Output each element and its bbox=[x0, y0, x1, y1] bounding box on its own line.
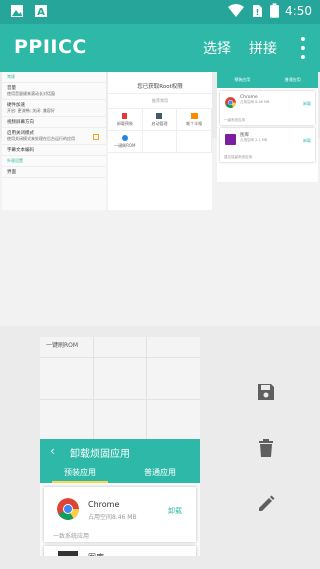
settings-row-ui: 界面 bbox=[2, 167, 106, 178]
root-title: 您已获取Root权限 bbox=[108, 72, 212, 94]
uninstall-link: 卸载 bbox=[168, 507, 182, 515]
gallery-icon bbox=[58, 551, 78, 556]
grid-divider bbox=[40, 399, 200, 400]
settings-header: 外观设置 bbox=[2, 156, 106, 167]
tool-cell: 一键刷ROM bbox=[108, 131, 143, 153]
uninstall-title: 卸载烦固应用 bbox=[70, 449, 130, 460]
app-card: 图库 占用空间 2.1 MB 卸载 建议保留系统应用 bbox=[220, 128, 315, 162]
settings-row-close-mode: 启用关闭模式 使用关闭模式来处理在后台运行的应用 bbox=[2, 128, 106, 145]
status-time: 4:50 bbox=[285, 3, 312, 18]
uninstall-header: ‹ 卸载烦固应用 bbox=[40, 439, 200, 463]
tool-label: 启动管理 bbox=[151, 121, 168, 126]
trash-icon[interactable] bbox=[256, 437, 276, 459]
screenshot-thumbnail-apps[interactable]: 预装应用 普通应用 Chrome 占用空间 8.46 MB 卸载 一级系统应用 … bbox=[217, 72, 318, 182]
rom-tool-icon bbox=[121, 135, 128, 141]
select-button[interactable]: 选择 bbox=[203, 38, 231, 58]
tab-preinstalled: 预装应用 bbox=[40, 463, 120, 483]
app-name: Chrome bbox=[88, 500, 120, 509]
tool-label: 一键刷ROM bbox=[114, 143, 136, 148]
settings-row-title: 字幕文本编码 bbox=[7, 148, 34, 153]
grid-divider bbox=[93, 337, 94, 439]
tool-cell: 卸载预装 bbox=[108, 109, 143, 131]
settings-row-volume: 音量 使用音量键来滚动长对话窗 bbox=[2, 83, 106, 100]
tool-label: 耗个半格 bbox=[186, 121, 203, 126]
checkbox-icon bbox=[93, 134, 99, 140]
app-size: 占用空间 2.1 MB bbox=[240, 138, 268, 142]
svg-text:A: A bbox=[37, 7, 45, 18]
status-bar: A ! 4:50 bbox=[0, 0, 320, 24]
battery-icon bbox=[270, 3, 280, 18]
gallery-icon bbox=[225, 134, 236, 145]
uninstall-link: 卸载 bbox=[303, 138, 311, 143]
tab-normal: 普通应用 bbox=[284, 77, 301, 82]
no-sim-icon: ! bbox=[253, 4, 263, 17]
app-card-gallery: 图库 bbox=[44, 546, 196, 556]
rom-label: 一键刷ROM bbox=[46, 342, 79, 349]
tool-cell bbox=[142, 131, 178, 153]
svg-text:!: ! bbox=[256, 8, 260, 17]
apps-tabs: 预装应用 普通应用 bbox=[217, 72, 318, 88]
app-footnote: 一级系统应用 bbox=[224, 118, 245, 122]
app-toolbar: PPIICC 选择 拼接 bbox=[0, 24, 320, 72]
wifi-icon bbox=[228, 3, 245, 17]
tool-label: 卸载预装 bbox=[116, 121, 133, 126]
settings-row-subtitle: 开启: 更流畅; 关闭: 兼容好 bbox=[7, 108, 55, 113]
tool-cell: 耗个半格 bbox=[177, 109, 212, 131]
settings-header: 常规 bbox=[2, 72, 106, 83]
tool-cell bbox=[177, 131, 212, 153]
root-tools-grid: 卸载预装 启动管理 耗个半格 一键刷ROM bbox=[108, 108, 212, 153]
grid-divider bbox=[146, 337, 147, 439]
font-tool-icon bbox=[190, 113, 198, 119]
settings-row-hw: 硬件加速 开启: 更流畅; 关闭: 兼容好 bbox=[2, 100, 106, 117]
pencil-icon[interactable] bbox=[256, 493, 276, 515]
settings-row-title: 视频屏幕方向 bbox=[7, 120, 34, 125]
app-footnote: 建议保留系统应用 bbox=[224, 155, 252, 159]
chrome-icon bbox=[57, 498, 79, 520]
more-options-icon[interactable] bbox=[301, 37, 305, 59]
app-name: 图库 bbox=[88, 552, 104, 556]
settings-row-title: 界面 bbox=[7, 170, 16, 175]
screenshot-fragment-grid[interactable]: 一键刷ROM bbox=[40, 337, 200, 439]
splice-button[interactable]: 拼接 bbox=[249, 38, 277, 58]
tool-cell: 启动管理 bbox=[142, 109, 178, 131]
app-footnote: 一致系统应用 bbox=[53, 533, 90, 540]
back-arrow-icon: ‹ bbox=[50, 444, 55, 458]
image-notification-icon bbox=[11, 5, 23, 17]
screenshot-uninstall-apps[interactable]: ‹ 卸载烦固应用 预装应用 普通应用 Chrome 占用空间8.46 MB 卸载… bbox=[40, 439, 200, 556]
list-tool-icon bbox=[156, 113, 163, 119]
chrome-icon bbox=[225, 97, 236, 108]
text-notification-icon: A bbox=[35, 5, 47, 18]
trash-tool-icon bbox=[122, 113, 128, 119]
tab-preinstalled: 预装应用 bbox=[234, 77, 251, 82]
root-tag: 推荐常用 bbox=[152, 98, 168, 103]
app-card: Chrome 占用空间 8.46 MB 卸载 一级系统应用 bbox=[220, 91, 315, 125]
screenshot-thumbnail-root[interactable]: 您已获取Root权限 推荐常用 卸载预装 启动管理 耗个半格 一键刷ROM bbox=[108, 72, 212, 210]
settings-row-subtitle: 使用关闭模式来处理在后台运行的应用 bbox=[7, 136, 75, 141]
app-size: 占用空间8.46 MB bbox=[88, 514, 137, 521]
screenshot-thumbnail-settings[interactable]: 常规 音量 使用音量键来滚动长对话窗 硬件加速 开启: 更流畅; 关闭: 兼容好… bbox=[2, 72, 106, 210]
uninstall-tabs: 预装应用 普通应用 bbox=[40, 463, 200, 483]
grid-divider bbox=[40, 357, 200, 358]
settings-row-subtitle: 使用音量键来滚动长对话窗 bbox=[7, 91, 55, 96]
save-icon[interactable] bbox=[256, 381, 276, 403]
tab-normal: 普通应用 bbox=[144, 468, 176, 477]
app-size: 占用空间 8.46 MB bbox=[240, 100, 270, 104]
uninstall-link: 卸载 bbox=[303, 101, 311, 106]
settings-row-encoding: 字幕文本编码 bbox=[2, 145, 106, 156]
app-title: PPIICC bbox=[14, 36, 87, 58]
app-card-chrome: Chrome 占用空间8.46 MB 卸载 一致系统应用 bbox=[44, 487, 196, 542]
settings-row-orientation: 视频屏幕方向 bbox=[2, 117, 106, 128]
